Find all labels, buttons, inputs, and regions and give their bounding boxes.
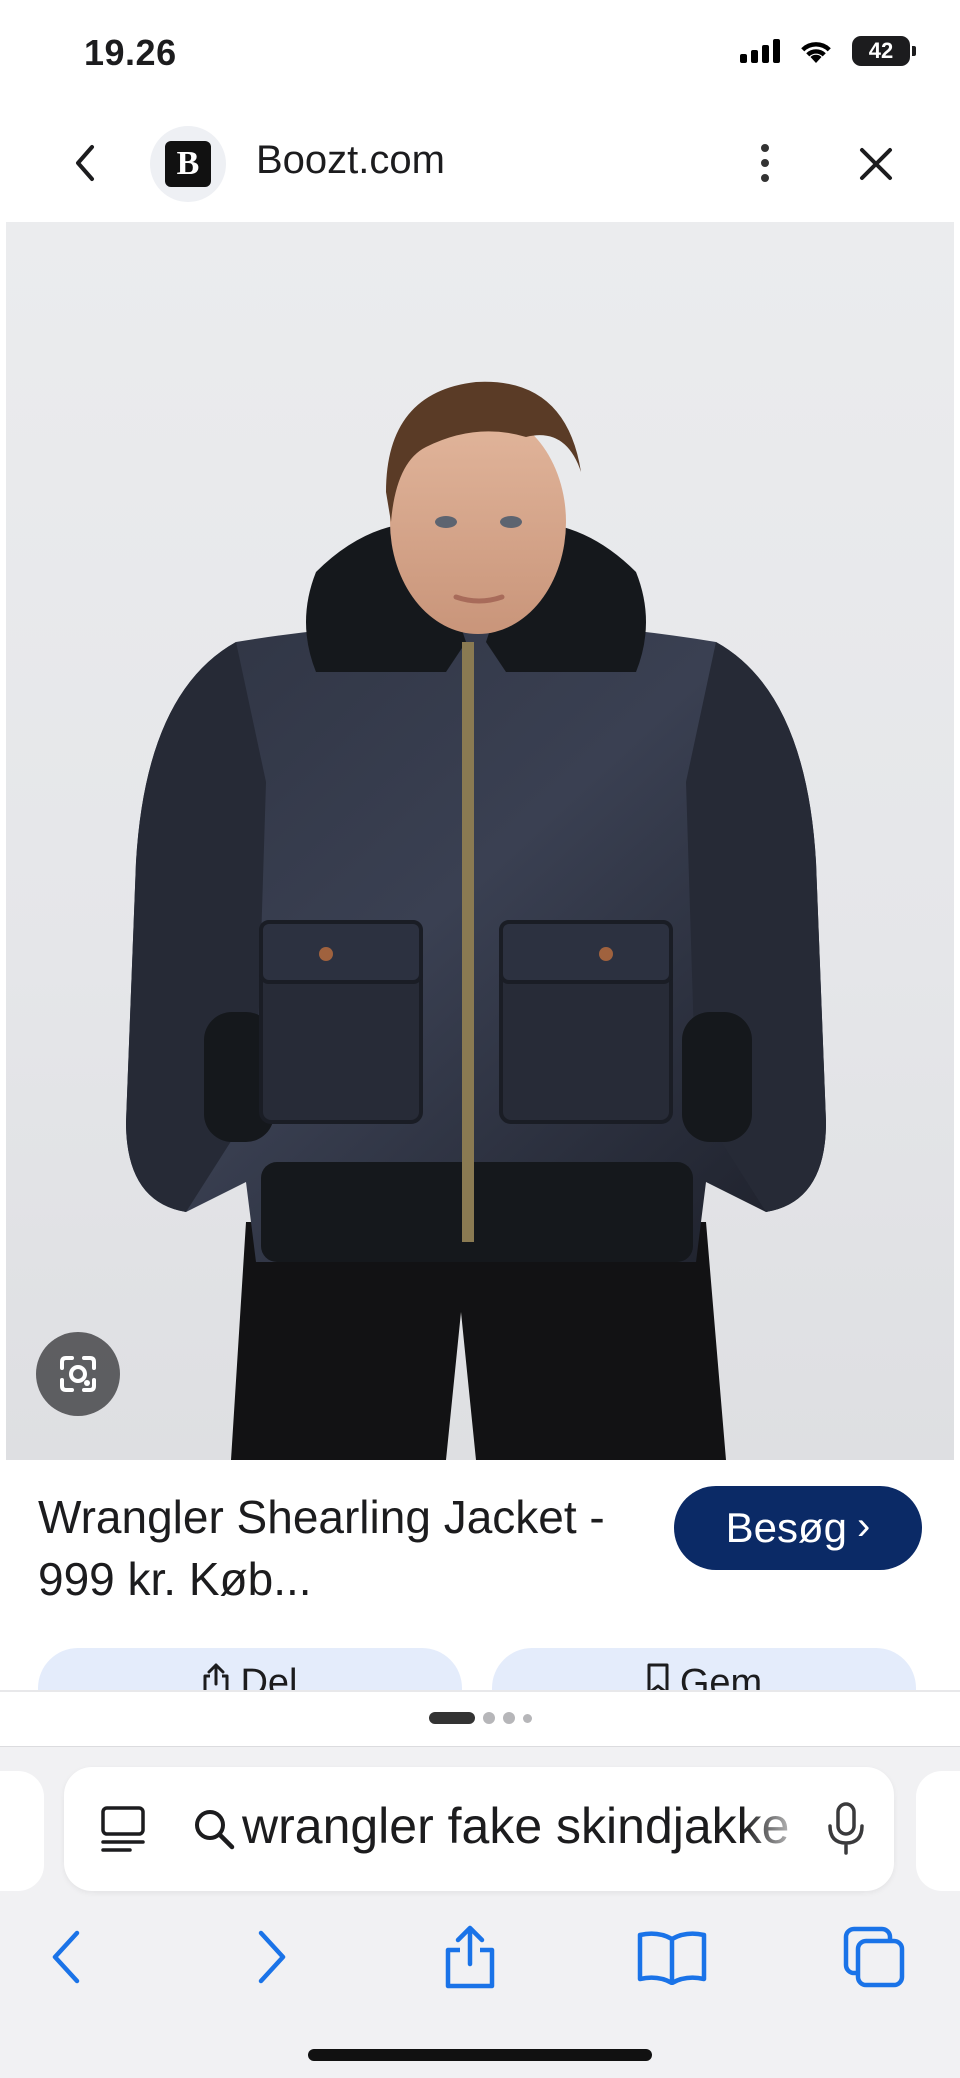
back-arrow-icon bbox=[52, 1930, 80, 1984]
jacket-photo bbox=[126, 381, 826, 1460]
tabs-icon bbox=[843, 1926, 905, 1988]
browser-bottom-bar: wrangler fake skindjakke bbox=[0, 1746, 960, 2078]
next-tab-peek[interactable] bbox=[916, 1771, 960, 1891]
google-lens-button[interactable] bbox=[36, 1332, 120, 1416]
result-title[interactable]: Wrangler Shearling Jacket - 999 kr. Køb.… bbox=[38, 1486, 638, 1610]
microphone-icon[interactable] bbox=[826, 1801, 866, 1857]
previous-tab-peek[interactable] bbox=[0, 1771, 44, 1891]
page-dot bbox=[522, 1713, 532, 1723]
chevron-left-icon bbox=[76, 145, 94, 181]
share-icon bbox=[203, 1663, 229, 1690]
back-button[interactable] bbox=[60, 138, 110, 188]
nav-header: B Boozt.com bbox=[0, 108, 960, 222]
bookmark-icon bbox=[647, 1663, 669, 1690]
share-label: Del bbox=[240, 1662, 298, 1690]
share-pill-button[interactable]: Del bbox=[38, 1648, 462, 1690]
bookmarks-icon bbox=[637, 1931, 707, 1985]
page-dot bbox=[502, 1712, 515, 1724]
page-indicator bbox=[0, 1712, 960, 1724]
share-button[interactable] bbox=[430, 1917, 510, 1997]
status-icons: 42 bbox=[740, 36, 916, 66]
action-pills: Del Gem bbox=[0, 1648, 960, 1690]
page-dot-active bbox=[428, 1712, 475, 1724]
tabs-button[interactable] bbox=[834, 1917, 914, 1997]
share-icon bbox=[445, 1925, 495, 1989]
bookmarks-button[interactable] bbox=[632, 1917, 712, 1997]
save-pill-button[interactable]: Gem bbox=[492, 1648, 916, 1690]
forward-arrow-icon bbox=[258, 1930, 286, 1984]
cellular-signal-icon bbox=[740, 39, 780, 63]
product-image[interactable] bbox=[6, 222, 954, 1460]
site-name: Boozt.com bbox=[256, 138, 445, 182]
back-arrow-button[interactable] bbox=[26, 1917, 106, 1997]
chevron-right-icon: › bbox=[857, 1503, 871, 1548]
visit-label: Besøg bbox=[725, 1504, 848, 1551]
status-time: 19.26 bbox=[84, 32, 177, 73]
site-logo: B bbox=[165, 141, 211, 187]
home-indicator[interactable] bbox=[308, 2049, 652, 2061]
site-favicon: B bbox=[150, 126, 226, 202]
forward-arrow-button[interactable] bbox=[232, 1917, 312, 1997]
close-button[interactable] bbox=[850, 138, 902, 190]
save-label: Gem bbox=[679, 1662, 763, 1690]
battery-icon: 42 bbox=[852, 36, 916, 66]
close-icon bbox=[860, 148, 892, 180]
page-dot bbox=[482, 1712, 495, 1724]
browser-toolbar bbox=[0, 1907, 960, 2007]
google-lens-icon bbox=[60, 1356, 96, 1392]
wifi-icon bbox=[801, 42, 831, 63]
status-bar: 19.26 42 bbox=[0, 0, 960, 108]
battery-level: 42 bbox=[868, 38, 894, 63]
visit-button[interactable]: Besøg › bbox=[674, 1486, 922, 1570]
search-query[interactable]: wrangler fake skindjakke bbox=[242, 1797, 812, 1855]
reader-mode-icon[interactable] bbox=[100, 1805, 146, 1853]
sheet-divider bbox=[0, 1690, 960, 1692]
address-bar[interactable]: wrangler fake skindjakke bbox=[64, 1767, 894, 1891]
search-icon bbox=[195, 1810, 235, 1850]
kebab-menu-icon[interactable] bbox=[740, 138, 790, 188]
browser-page: 19.26 42 B Boozt.com Wrangler Shearling … bbox=[0, 0, 960, 2078]
